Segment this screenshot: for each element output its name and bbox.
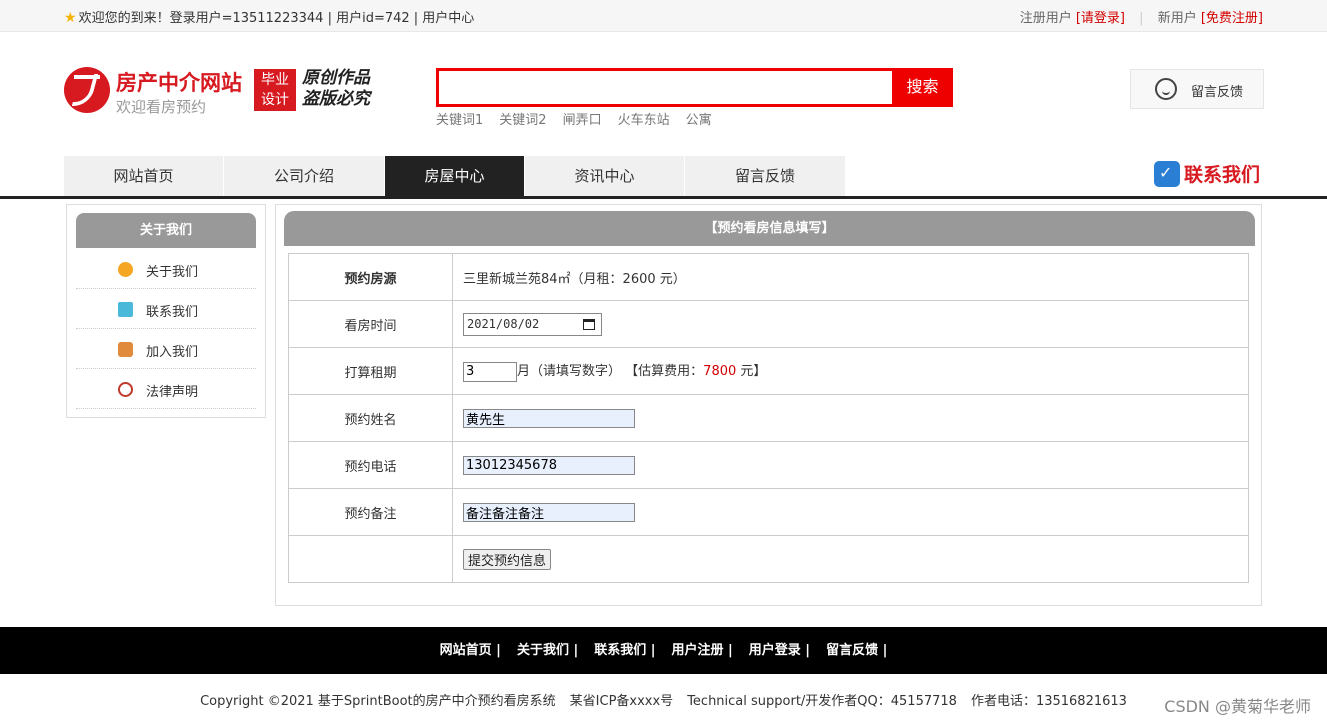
table-row: 提交预约信息 [288, 535, 1249, 583]
clipboard-icon [118, 302, 133, 317]
slogan: 原创作品 盗版必究 [302, 68, 370, 109]
sidebar-item-legal[interactable]: 法律声明 [76, 369, 256, 409]
note-label: 预约备注 [288, 488, 453, 536]
contact-us-link[interactable]: 联系我们 [1154, 160, 1260, 187]
keyword-list: 关键词1 关键词2 闸弄口 火车东站 公寓 [436, 109, 728, 128]
nav-houses[interactable]: 房屋中心 [385, 156, 525, 196]
term-label: 打算租期 [288, 347, 453, 395]
site-title[interactable]: 房产中介网站 [116, 67, 242, 97]
phone-input[interactable] [463, 455, 635, 475]
submit-booking-button[interactable]: 提交预约信息 [463, 548, 552, 570]
watermark: CSDN @黄菊华老师 [1164, 697, 1311, 716]
calendar-icon[interactable] [583, 318, 595, 330]
nav-feedback[interactable]: 留言反馈 [685, 156, 846, 196]
site-subtitle: 欢迎看房预约 [116, 98, 207, 116]
search-button[interactable]: 搜索 [892, 68, 953, 107]
copyright: Copyright ©2021 基于SprintBoot的房产中介预约看房系统某… [200, 694, 1127, 709]
lease-months-input[interactable] [463, 361, 517, 382]
viewing-date-input[interactable]: 2021/08/02 [463, 312, 602, 336]
star-icon: ★ [64, 10, 77, 26]
footer-links: 网站首页 | 关于我们 | 联系我们 | 用户注册 | 用户登录 | 留言反馈 | [0, 627, 1327, 674]
table-row: 打算租期 月（请填写数字） 【估算费用：7800 元】 [288, 347, 1249, 395]
main-nav: 网站首页 公司介绍 房屋中心 资讯中心 留言反馈 [64, 156, 846, 196]
house-label: 预约房源 [288, 253, 453, 301]
footer-link-register[interactable]: 用户注册 | [672, 643, 733, 658]
keyword-link[interactable]: 火车东站 [618, 113, 670, 128]
footer-link-login[interactable]: 用户登录 | [749, 643, 810, 658]
sidebar-title: 关于我们 [76, 213, 256, 248]
nav-news[interactable]: 资讯中心 [525, 156, 685, 196]
about-icon [118, 262, 133, 277]
table-row: 看房时间 2021/08/02 [288, 300, 1249, 348]
nav-divider [0, 196, 1327, 199]
customer-service-icon [1155, 78, 1177, 100]
site-logo-icon[interactable] [64, 67, 110, 113]
keyword-link[interactable]: 公寓 [686, 113, 712, 128]
sidebar-item-join[interactable]: 加入我们 [76, 329, 256, 369]
keyword-link[interactable]: 闸弄口 [563, 113, 602, 128]
search-input[interactable] [436, 68, 892, 107]
footer-link-feedback[interactable]: 留言反馈 | [826, 643, 887, 658]
booking-panel: 【预约看房信息填写】 预约房源 三里新城兰苑84㎡（月租：2600 元） 看房时… [275, 204, 1262, 606]
table-row: 预约姓名 [288, 394, 1249, 442]
graduation-badge: 毕业 设计 [254, 69, 296, 111]
keyword-link[interactable]: 关键词2 [499, 113, 546, 128]
power-icon [118, 382, 133, 397]
feedback-button[interactable]: 留言反馈 [1130, 69, 1264, 109]
time-label: 看房时间 [288, 300, 453, 348]
lock-icon [118, 342, 133, 357]
account-links: 注册用户 [请登录] | 新用户 [免费注册] [1019, 11, 1263, 26]
note-input[interactable] [463, 502, 635, 522]
welcome-text: ★ 欢迎您的到来！登录用户=13511223344 | 用户id=742 | 用户… [64, 10, 475, 26]
sidebar: 关于我们 关于我们 联系我们 加入我们 法律声明 [66, 204, 266, 418]
footer-link-contact[interactable]: 联系我们 | [594, 643, 655, 658]
footer-link-about[interactable]: 关于我们 | [517, 643, 578, 658]
table-row: 预约电话 [288, 441, 1249, 489]
keyword-link[interactable]: 关键词1 [436, 113, 483, 128]
phone-label: 预约电话 [288, 441, 453, 489]
name-label: 预约姓名 [288, 394, 453, 442]
booking-form: 预约房源 三里新城兰苑84㎡（月租：2600 元） 看房时间 2021/08/0… [288, 253, 1249, 583]
phone-icon [1154, 160, 1180, 187]
footer-link-home[interactable]: 网站首页 | [440, 643, 501, 658]
sidebar-item-about[interactable]: 关于我们 [76, 249, 256, 289]
table-row: 预约备注 [288, 488, 1249, 536]
top-bar: ★ 欢迎您的到来！登录用户=13511223344 | 用户id=742 | 用户… [0, 0, 1327, 32]
nav-home[interactable]: 网站首页 [64, 156, 224, 196]
house-value: 三里新城兰苑84㎡（月租：2600 元） [452, 253, 1249, 301]
login-link[interactable]: [请登录] [1076, 11, 1125, 26]
table-row: 预约房源 三里新城兰苑84㎡（月租：2600 元） [288, 253, 1249, 301]
estimated-cost: 7800 [703, 364, 737, 380]
name-input[interactable] [463, 408, 635, 428]
sidebar-item-contact[interactable]: 联系我们 [76, 289, 256, 329]
register-link[interactable]: [免费注册] [1201, 11, 1263, 26]
panel-title: 【预约看房信息填写】 [284, 211, 1255, 246]
nav-company[interactable]: 公司介绍 [224, 156, 385, 196]
